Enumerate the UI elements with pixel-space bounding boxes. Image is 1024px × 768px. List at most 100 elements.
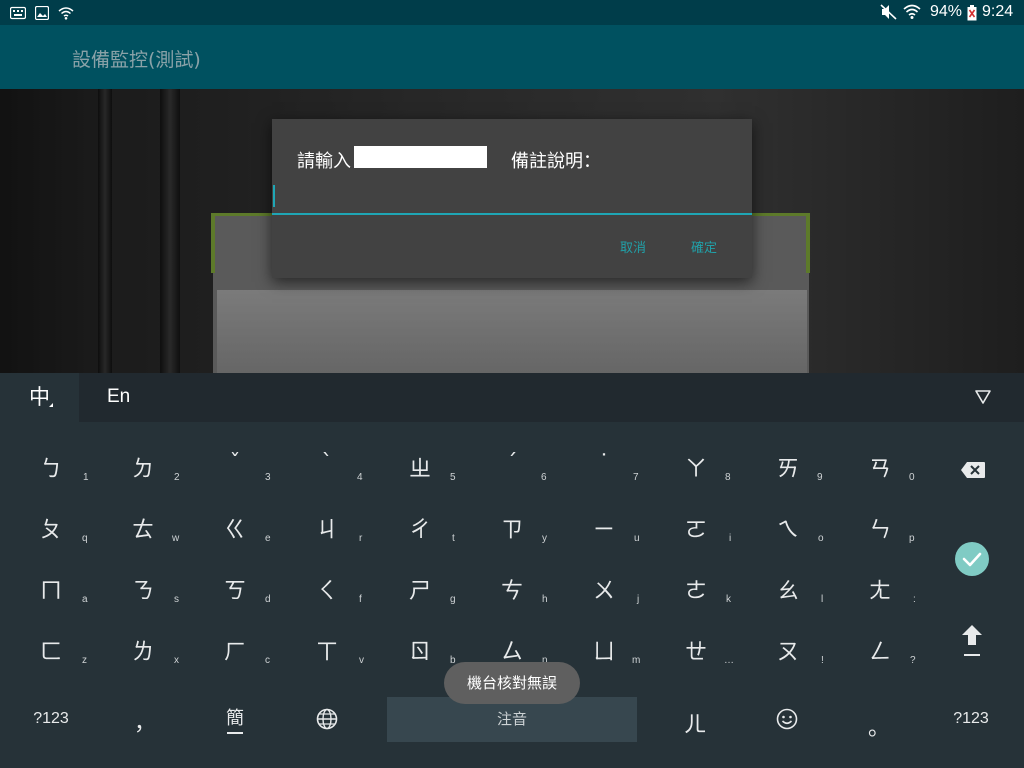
backspace-key[interactable] [927, 436, 1017, 494]
key[interactable]: ㄡ! [743, 619, 833, 677]
key-hint: s [174, 594, 179, 605]
image-notification-icon [34, 5, 50, 24]
cancel-button[interactable]: 取消 [620, 237, 646, 256]
clock: 9:24 [982, 3, 1014, 20]
key-hint: j [637, 594, 640, 605]
keyboard-notification-icon [9, 5, 27, 24]
comma-key[interactable]: ， [110, 705, 180, 737]
key[interactable]: ˇ3 [190, 436, 280, 494]
key-hint: p [909, 533, 915, 544]
key-hint: v [359, 655, 364, 666]
app-title: 設備監控(測試) [72, 49, 201, 71]
key[interactable]: ㄈz [6, 619, 96, 677]
text-cursor [273, 185, 275, 207]
key[interactable]: ㄇa [6, 558, 96, 616]
key-hint: ! [821, 655, 824, 666]
key[interactable]: ㄤ: [835, 558, 925, 616]
key[interactable]: ㄒv [282, 619, 372, 677]
battery-percent: 94% [930, 3, 963, 20]
key[interactable]: ㄧu [559, 497, 649, 555]
key[interactable]: ㄎd [190, 558, 280, 616]
key-hint: d [265, 594, 271, 605]
key[interactable]: ㄔt [375, 497, 465, 555]
keyboard-toolbar: 中 En [0, 373, 1024, 422]
symbols-key-right[interactable]: ?123 [936, 710, 1006, 728]
key[interactable]: ㄘh [467, 558, 557, 616]
simplified-key[interactable]: 簡 [200, 704, 270, 734]
key[interactable]: ㄕg [375, 558, 465, 616]
key[interactable]: ㄏc [190, 619, 280, 677]
lang-tab-english[interactable]: En [107, 386, 130, 408]
key[interactable]: ㄉ2 [98, 436, 188, 494]
key-hint: a [82, 594, 88, 605]
key[interactable]: ㄋs [98, 558, 188, 616]
key-zhuyin: ㄨ [592, 579, 615, 604]
key[interactable]: ㄢ0 [835, 436, 925, 494]
enter-key[interactable] [927, 528, 1017, 592]
key[interactable]: ㄌx [98, 619, 188, 677]
key[interactable]: ㄚ8 [651, 436, 741, 494]
key[interactable]: ㄠl [743, 558, 833, 616]
globe-key[interactable] [292, 708, 362, 734]
key[interactable]: ㄊw [98, 497, 188, 555]
key[interactable]: ㄟo [743, 497, 833, 555]
ok-button[interactable]: 確定 [691, 237, 717, 256]
key-hint: e [265, 533, 271, 544]
key[interactable]: ㄐr [282, 497, 372, 555]
key[interactable]: ㄨj [559, 558, 649, 616]
key-hint: c [265, 655, 270, 666]
key-zhuyin: ㄡ [776, 640, 799, 665]
toast-message: 機台核對無誤 [444, 662, 580, 704]
key-hint: h [542, 594, 548, 605]
key[interactable]: ㄅ1 [6, 436, 96, 494]
key-hint: 7 [633, 472, 639, 483]
key-hint: … [724, 655, 734, 666]
key[interactable]: ㄍe [190, 497, 280, 555]
key[interactable]: ㄆq [6, 497, 96, 555]
key[interactable]: ˋ4 [282, 436, 372, 494]
key[interactable]: ㄛi [651, 497, 741, 555]
battery-icon [967, 5, 977, 25]
remark-input[interactable] [272, 183, 756, 215]
emoji-key[interactable] [752, 708, 822, 734]
hide-keyboard-icon[interactable] [974, 389, 992, 409]
key[interactable]: ˙ 7 [559, 436, 649, 494]
key-hint: o [818, 533, 824, 544]
dialog-prompt-suffix: 備註說明： [511, 151, 601, 172]
key[interactable]: ㄓ5 [375, 436, 465, 494]
key-hint: 0 [909, 472, 915, 483]
key-hint: l [821, 594, 824, 605]
wifi-notification-icon [58, 5, 74, 24]
shift-arrow-icon [962, 625, 982, 656]
lang-tab-chinese-label: 中 [29, 385, 50, 409]
dialog-prompt: 請輸入 備註說明： [297, 147, 601, 173]
key[interactable]: ㄥ? [835, 619, 925, 677]
status-bar: 94% 9:24 [0, 0, 1024, 25]
key[interactable]: ㄞ9 [743, 436, 833, 494]
lang-tab-chinese[interactable]: 中 [0, 373, 79, 422]
mute-icon [880, 4, 898, 24]
simplified-label: 簡 [226, 708, 244, 729]
input-underline [272, 213, 752, 215]
wifi-signal-icon [903, 3, 921, 25]
dialog-prompt-prefix: 請輸入 [297, 151, 351, 172]
redacted-block [354, 146, 487, 168]
key-hint: w [172, 533, 180, 544]
key[interactable]: ㄜk [651, 558, 741, 616]
smiley-icon [776, 708, 798, 730]
key[interactable]: ˊ6 [467, 436, 557, 494]
key-hint: x [174, 655, 179, 666]
period-key[interactable]: 。 [844, 710, 914, 742]
symbols-key[interactable]: ?123 [16, 710, 86, 728]
ime-keyboard: 中 En ㄅ1 ㄉ2 ˇ3 ˋ4 ㄓ5 ˊ6 ˙ 7 ㄚ8 ㄞ9 ㄢ0 ㄆq ㄊw… [0, 373, 1024, 768]
key-hint: 2 [174, 472, 180, 483]
key-hint: f [359, 594, 362, 605]
key-hint: u [634, 533, 640, 544]
shift-key[interactable] [927, 619, 1017, 677]
key[interactable]: ㄝ… [651, 619, 741, 677]
er-key[interactable]: ㄦ [660, 707, 730, 739]
key[interactable]: ㄣp [835, 497, 925, 555]
key[interactable]: ㄑf [282, 558, 372, 616]
key[interactable]: ㄗy [467, 497, 557, 555]
key-hint: k [726, 594, 731, 605]
